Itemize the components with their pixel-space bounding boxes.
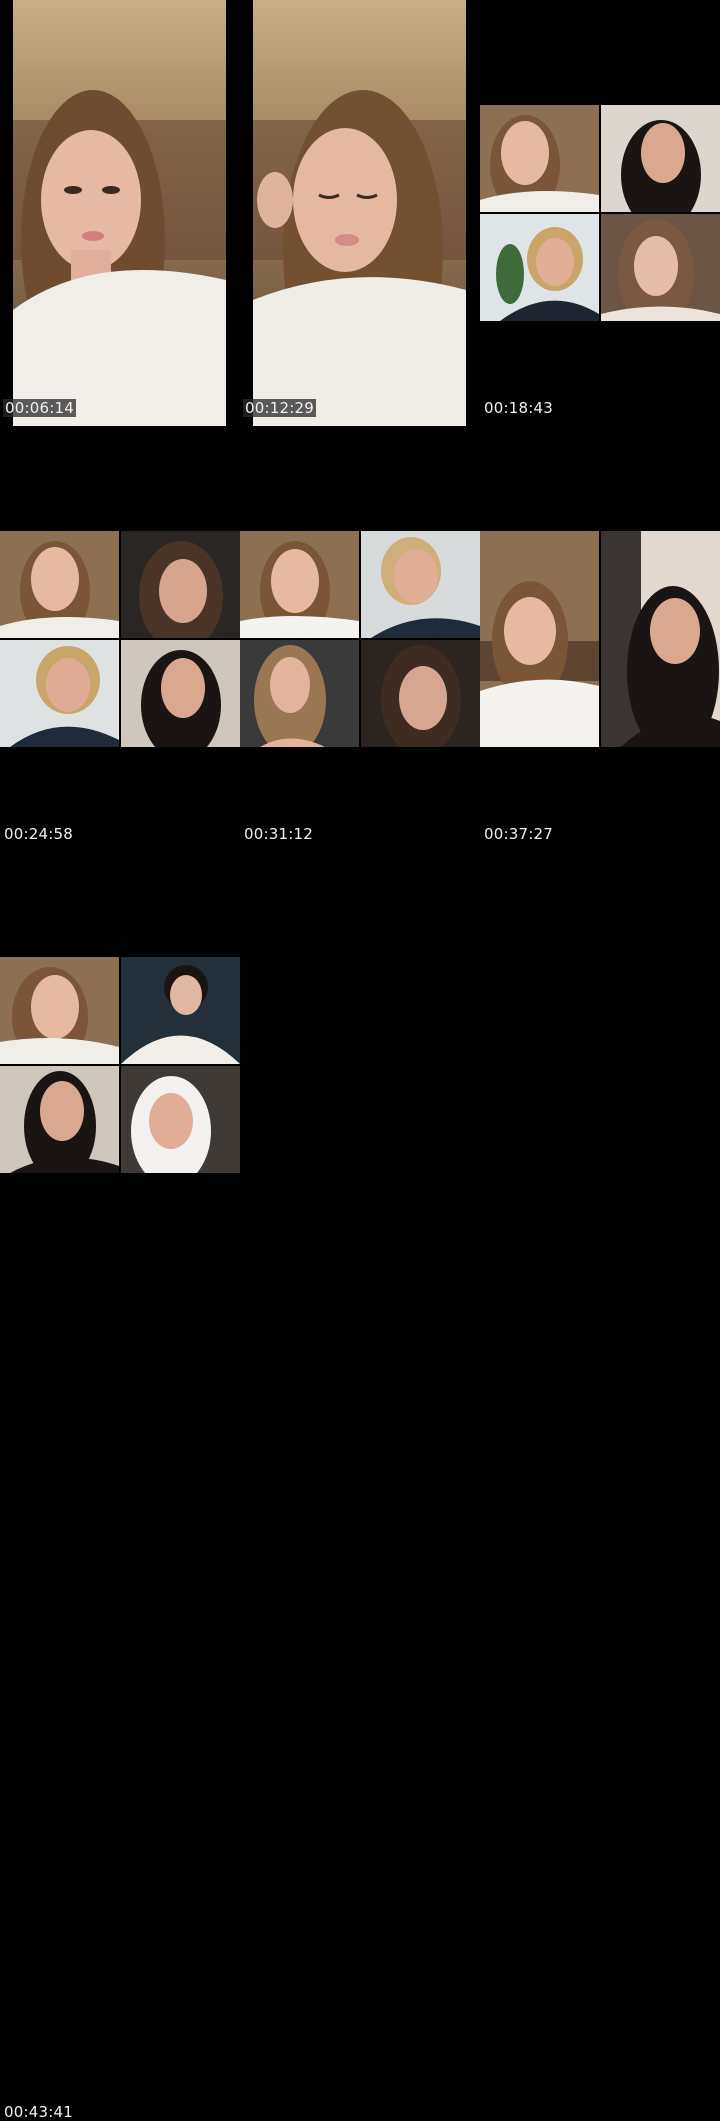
grid-tile — [0, 640, 119, 747]
grid-tile — [240, 531, 359, 638]
thumbnail-5[interactable]: 00:31:12 — [240, 426, 480, 852]
grid-tile — [601, 214, 720, 321]
thumbnail-4[interactable]: 00:24:58 — [0, 426, 240, 852]
grid-tile — [361, 531, 480, 638]
video-grid — [480, 531, 720, 747]
grid-tile — [480, 214, 599, 321]
video-grid — [0, 957, 240, 1173]
thumbnail-1[interactable]: 00:06:14 — [0, 0, 240, 426]
thumbnail-6[interactable]: 00:37:27 — [480, 426, 720, 852]
grid-tile — [480, 531, 599, 747]
grid-tile — [601, 105, 720, 212]
video-grid — [0, 531, 240, 747]
grid-tile — [0, 531, 119, 638]
grid-tile — [480, 105, 599, 212]
timestamp-label: 00:37:27 — [484, 825, 553, 843]
video-grid — [240, 531, 480, 747]
grid-tile — [121, 1066, 240, 1173]
video-frame — [253, 0, 466, 426]
timestamp-label: 00:24:58 — [4, 825, 73, 843]
video-frame — [13, 0, 226, 426]
video-grid — [480, 105, 720, 321]
thumbnail-7[interactable]: 00:43:41 — [0, 852, 240, 2121]
grid-tile — [0, 957, 119, 1064]
grid-tile — [361, 640, 480, 747]
timestamp-label: 00:18:43 — [484, 399, 553, 417]
grid-tile — [240, 640, 359, 747]
grid-tile — [0, 1066, 119, 1173]
timestamp-label: 00:12:29 — [243, 399, 316, 417]
grid-tile — [121, 640, 240, 747]
grid-tile — [121, 957, 240, 1064]
thumbnail-3[interactable]: 00:18:43 — [480, 0, 720, 426]
timestamp-label: 00:31:12 — [244, 825, 313, 843]
timestamp-label: 00:43:41 — [4, 2103, 73, 2121]
grid-tile — [601, 531, 720, 747]
timestamp-label: 00:06:14 — [3, 399, 76, 417]
thumbnail-2[interactable]: 00:12:29 — [240, 0, 480, 426]
grid-tile — [121, 531, 240, 638]
